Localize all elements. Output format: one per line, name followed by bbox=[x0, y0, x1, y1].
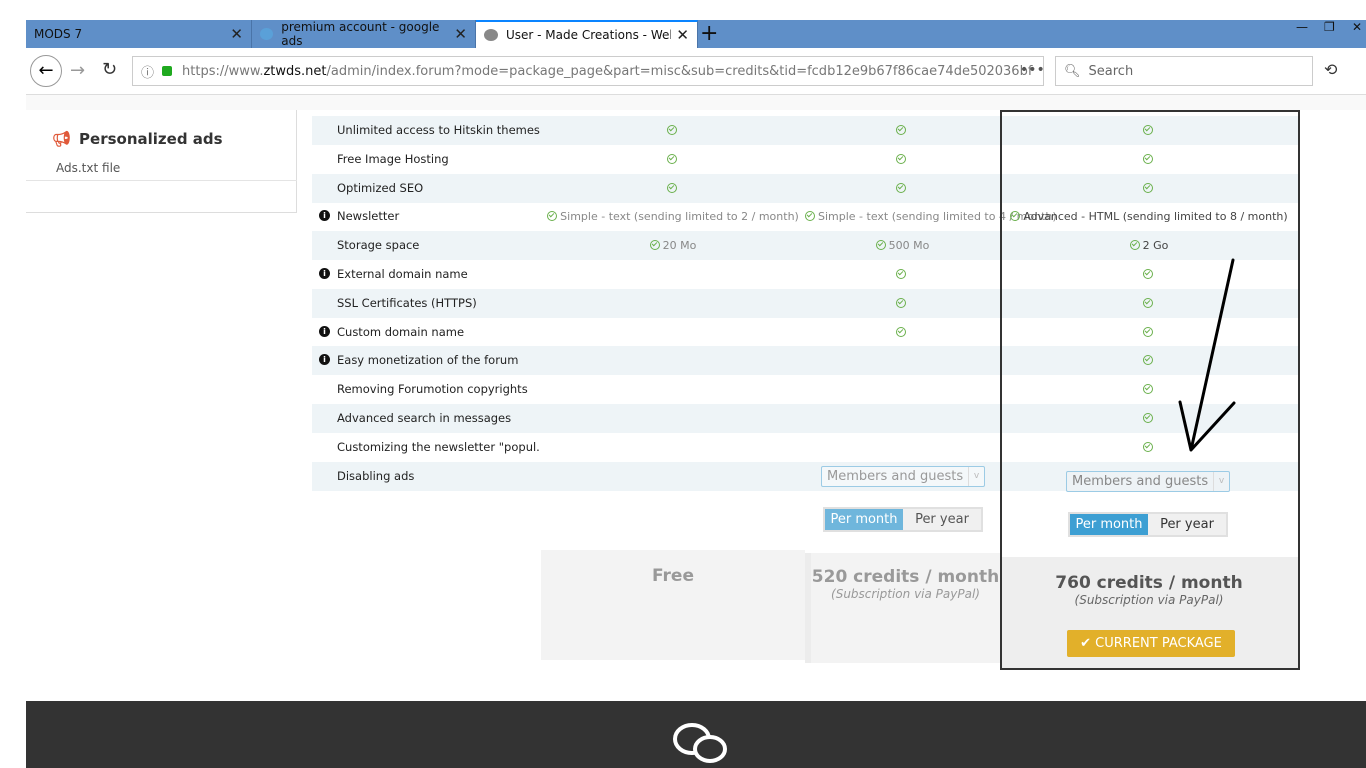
footer bbox=[26, 701, 1366, 768]
annotation-arrow bbox=[1178, 258, 1236, 452]
chat-bubbles-icon bbox=[673, 723, 727, 763]
